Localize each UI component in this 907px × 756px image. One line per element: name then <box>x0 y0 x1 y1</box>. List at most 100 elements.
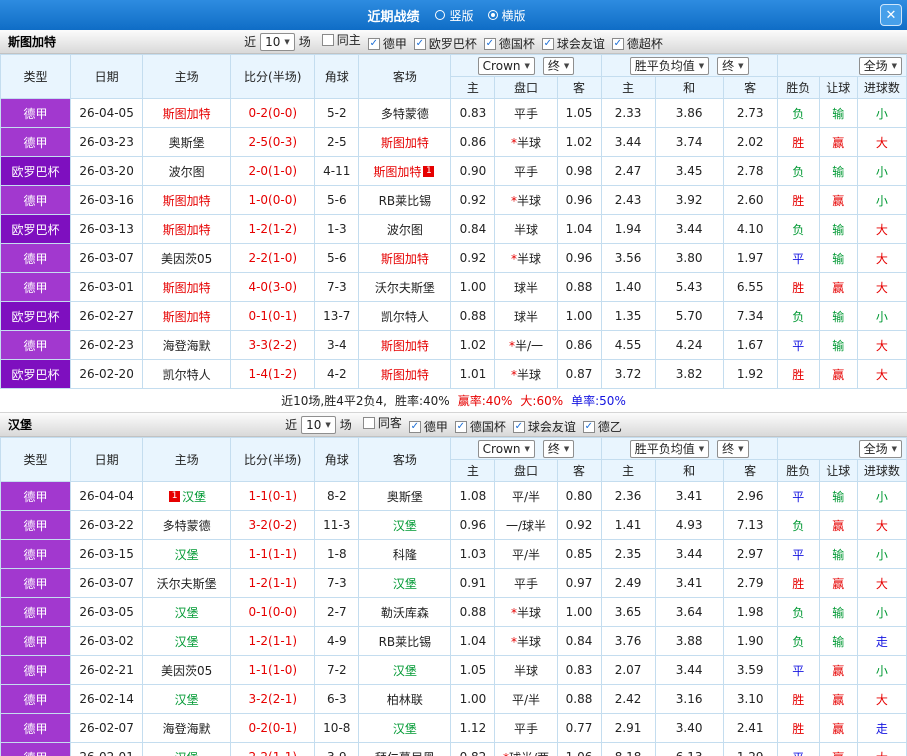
corners-cell: 11-3 <box>315 511 359 540</box>
final-avg-select[interactable]: 终 ▼ <box>717 440 748 458</box>
corners-cell: 1-3 <box>315 215 359 244</box>
subcol-away-odds: 客 <box>557 77 601 99</box>
summary-big-rate: 大:60% <box>520 392 563 409</box>
filter-checkbox-球会友谊[interactable]: ✓球会友谊 <box>542 35 605 52</box>
avg-draw-cell: 3.64 <box>655 598 723 627</box>
date-cell: 26-02-21 <box>71 656 143 685</box>
checkbox-label: 球会友谊 <box>528 418 576 435</box>
date-cell: 26-03-15 <box>71 540 143 569</box>
home-team-cell: 美因茨05 <box>143 656 231 685</box>
date-cell: 26-02-23 <box>71 331 143 360</box>
league-cell: 德甲 <box>1 743 71 756</box>
handicap-result-cell: 赢 <box>819 743 857 756</box>
team-label: 科隆 <box>393 548 417 562</box>
avg-odds-select[interactable]: 胜平负均值 ▼ <box>630 57 709 75</box>
chevron-down-icon: ▼ <box>564 62 569 70</box>
home-odds-cell: 0.91 <box>451 569 495 598</box>
score-cell: 3-2(0-2) <box>231 511 315 540</box>
team-label: 凯尔特人 <box>381 310 429 324</box>
games-count-select[interactable]: 10 ▼ <box>260 33 295 51</box>
league-filter-checkboxes: 同客✓德甲✓德国杯✓球会友谊✓德乙 <box>356 414 622 435</box>
checkbox-icon[interactable] <box>322 34 334 46</box>
match-row: 德甲26-03-07沃尔夫斯堡1-2(1-1)7-3汉堡0.91平手0.972.… <box>1 569 907 598</box>
bookmaker-select[interactable]: Crown ▼ <box>478 57 535 75</box>
avg-odds-group: 胜平负均值 ▼ 终 ▼ <box>601 55 777 77</box>
filter-checkbox-德国杯[interactable]: ✓德国杯 <box>455 418 506 435</box>
checkbox-icon[interactable]: ✓ <box>414 38 426 50</box>
handicap-result-cell: 输 <box>819 331 857 360</box>
avg-home-cell: 2.43 <box>601 186 655 215</box>
bookmaker-value: Crown <box>483 442 521 456</box>
radio-selected-icon[interactable] <box>488 10 498 20</box>
match-row: 德甲26-02-07海登海默0-2(0-1)10-8汉堡1.12平手0.772.… <box>1 714 907 743</box>
checkbox-icon[interactable]: ✓ <box>409 421 421 433</box>
team-label: 汉堡 <box>393 722 417 736</box>
red-card-badge: 1 <box>423 166 434 177</box>
close-button[interactable]: ✕ <box>880 4 902 26</box>
avg-away-cell: 1.67 <box>723 331 777 360</box>
handicap-result-cell: 赢 <box>819 656 857 685</box>
away-team-cell: 科隆 <box>359 540 451 569</box>
radio-icon[interactable] <box>435 10 445 20</box>
away-team-cell: 凯尔特人 <box>359 302 451 331</box>
games-count-select[interactable]: 10 ▼ <box>301 416 336 434</box>
league-cell: 德甲 <box>1 598 71 627</box>
avg-draw-cell: 3.45 <box>655 157 723 186</box>
away-odds-cell: 1.05 <box>557 99 601 128</box>
filter-checkbox-球会友谊[interactable]: ✓球会友谊 <box>513 418 576 435</box>
result-cell: 胜 <box>777 273 819 302</box>
filter-checkbox-德超杯[interactable]: ✓德超杯 <box>612 35 663 52</box>
checkbox-icon[interactable]: ✓ <box>484 38 496 50</box>
checkbox-icon[interactable]: ✓ <box>455 421 467 433</box>
close-icon: ✕ <box>886 8 897 23</box>
avg-odds-select[interactable]: 胜平负均值 ▼ <box>630 440 709 458</box>
filter-checkbox-同客[interactable]: 同客 <box>363 414 402 431</box>
checkbox-icon[interactable]: ✓ <box>583 421 595 433</box>
radio-horizontal-layout[interactable]: 横版 <box>488 7 526 24</box>
final-odds-select[interactable]: 终 ▼ <box>543 440 574 458</box>
away-team-cell: 斯图加特 <box>359 128 451 157</box>
handicap-star: * <box>511 252 517 266</box>
filter-checkbox-德国杯[interactable]: ✓德国杯 <box>484 35 535 52</box>
score-cell: 2-2(1-0) <box>231 244 315 273</box>
bookmaker-select[interactable]: Crown ▼ <box>478 440 535 458</box>
corners-cell: 8-2 <box>315 482 359 511</box>
radio-vertical-layout[interactable]: 竖版 <box>435 7 473 24</box>
home-odds-cell: 0.86 <box>451 128 495 157</box>
score-cell: 3-2(2-1) <box>231 685 315 714</box>
checkbox-icon[interactable] <box>363 417 375 429</box>
filter-checkbox-欧罗巴杯[interactable]: ✓欧罗巴杯 <box>414 35 477 52</box>
final-avg-select[interactable]: 终 ▼ <box>717 57 748 75</box>
avg-draw-cell: 3.40 <box>655 714 723 743</box>
filter-checkbox-德甲[interactable]: ✓德甲 <box>409 418 448 435</box>
avg-home-cell: 2.33 <box>601 99 655 128</box>
home-team-cell: 多特蒙德 <box>143 511 231 540</box>
bookmaker-odds-group: Crown ▼ 终 ▼ <box>451 438 601 460</box>
subcol-home-odds: 主 <box>451 77 495 99</box>
home-odds-cell: 0.90 <box>451 157 495 186</box>
result-cell: 胜 <box>777 128 819 157</box>
subcol-winloss: 胜负 <box>777 460 819 482</box>
filter-checkbox-德甲[interactable]: ✓德甲 <box>368 35 407 52</box>
checkbox-icon[interactable]: ✓ <box>542 38 554 50</box>
score-cell: 1-1(0-1) <box>231 482 315 511</box>
home-team-cell: 斯图加特 <box>143 99 231 128</box>
filter-checkbox-同主[interactable]: 同主 <box>322 31 361 48</box>
checkbox-icon[interactable]: ✓ <box>513 421 525 433</box>
scope-select[interactable]: 全场 ▼ <box>859 440 902 458</box>
home-team-cell: 汉堡 <box>143 540 231 569</box>
subcol-handicap: 盘口 <box>495 460 557 482</box>
home-odds-cell: 0.84 <box>451 215 495 244</box>
checkbox-label: 德甲 <box>383 35 407 52</box>
checkbox-icon[interactable]: ✓ <box>612 38 624 50</box>
filter-checkbox-德乙[interactable]: ✓德乙 <box>583 418 622 435</box>
team-label: 多特蒙德 <box>163 519 211 533</box>
handicap-result-cell: 赢 <box>819 360 857 389</box>
scope-select[interactable]: 全场 ▼ <box>859 57 902 75</box>
date-cell: 26-03-13 <box>71 215 143 244</box>
goals-result-cell: 大 <box>857 273 906 302</box>
final-odds-select[interactable]: 终 ▼ <box>543 57 574 75</box>
handicap-cell: 平手 <box>495 714 557 743</box>
fullmatch-group: 全场 ▼ <box>777 438 906 460</box>
checkbox-icon[interactable]: ✓ <box>368 38 380 50</box>
